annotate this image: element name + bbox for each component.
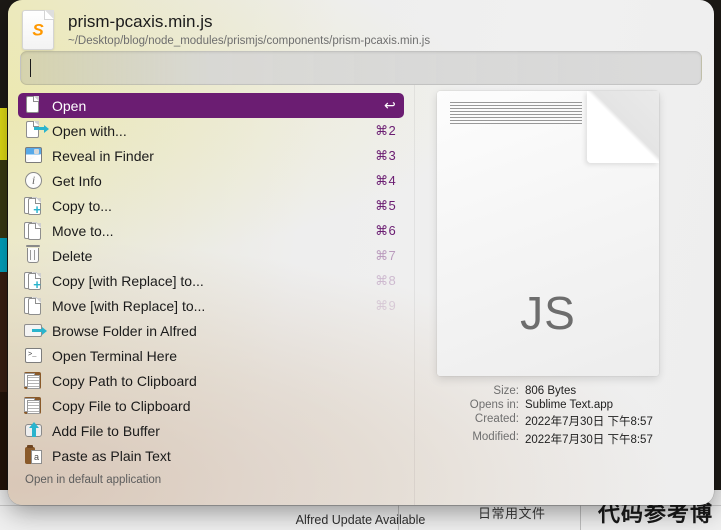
page-fold [44,9,54,20]
alfred-window: S prism-pcaxis.min.js ~/Desktop/blog/nod… [8,0,714,505]
metadata-key: Modified: [472,431,519,443]
terminal-icon: >_ [24,346,43,365]
up-arrow-box-icon [24,421,43,440]
page-fold-corner [587,91,659,163]
metadata-value: 806 Bytes [525,385,577,397]
clipboard-icon [24,396,43,415]
menu-item-move-with-replace-to[interactable]: Move [with Replace] to... ⌘9 [18,293,404,318]
menu-item-open-terminal-here[interactable]: >_ Open Terminal Here [18,343,404,368]
document-arrow-icon [24,121,49,140]
bg-color-strip [0,392,7,490]
menu-item-label: Move [with Replace] to... [52,297,206,314]
preview-code-lines [450,102,582,126]
menu-item-move-to[interactable]: Move to... ⌘6 [18,218,404,243]
metadata-value: 2022年7月30日 下午8:57 [525,434,653,446]
text-caret [30,59,31,77]
menu-item-shortcut: ⌘3 [375,147,396,163]
metadata-row: Opens in: Sublime Text.app [415,399,704,411]
menu-item-get-info[interactable]: i Get Info ⌘4 [18,168,404,193]
metadata-row: Created: 2022年7月30日 下午8:57 [415,413,704,429]
menu-item-label: Add File to Buffer [52,422,160,439]
menu-item-shortcut: ⌘5 [375,197,396,213]
menu-item-label: Reveal in Finder [52,147,154,164]
action-menu: Open ↩ Open with... ⌘2 Reveal in Finder … [8,85,414,505]
menu-item-browse-folder-in-alfred[interactable]: Browse Folder in Alfred [18,318,404,343]
copy-icon [24,221,43,240]
menu-item-shortcut: ⌘8 [375,272,396,288]
menu-item-label: Open Terminal Here [52,347,178,364]
menu-item-label: Browse Folder in Alfred [52,322,197,339]
menu-item-shortcut: ⌘9 [375,297,396,313]
menu-item-label: Open with... [52,122,127,139]
clipboard-icon [24,371,43,390]
folder-arrow-icon [24,321,47,340]
sublime-logo-letter: S [32,20,44,40]
menu-item-shortcut: ⌘4 [375,172,396,188]
menu-item-label: Copy to... [52,197,112,214]
menu-item-label: Get Info [52,172,102,189]
menu-item-copy-file-to-clipboard[interactable]: Copy File to Clipboard [18,393,404,418]
menu-item-shortcut: ⌘7 [375,247,396,263]
window-body: Open ↩ Open with... ⌘2 Reveal in Finder … [8,85,714,505]
menu-item-label: Move to... [52,222,114,239]
menu-item-shortcut: ⌘2 [375,122,396,138]
preview-pane: JS Size: 806 Bytes Opens in: Sublime Tex… [414,85,714,505]
file-header-text: prism-pcaxis.min.js ~/Desktop/blog/node_… [68,12,430,47]
menu-item-paste-as-plain-text[interactable]: a Paste as Plain Text [18,443,404,468]
bg-color-strip [0,238,7,272]
metadata-row: Size: 806 Bytes [415,385,704,397]
menu-item-label: Copy File to Clipboard [52,397,191,414]
metadata-key: Size: [493,385,519,397]
metadata-value: Sublime Text.app [525,399,614,411]
finder-icon [24,146,43,165]
menu-item-add-file-to-buffer[interactable]: Add File to Buffer [18,418,404,443]
menu-item-shortcut: ⌘6 [375,222,396,238]
search-field[interactable] [20,51,702,85]
file-type-label: JS [520,287,576,339]
trash-icon [24,245,43,265]
menu-item-label: Open [52,97,87,114]
file-preview-icon: JS [437,91,659,376]
update-notice[interactable]: Alfred Update Available [0,513,721,527]
menu-item-delete[interactable]: Delete ⌘7 [18,243,404,268]
menu-item-shortcut: ↩ [383,97,396,113]
file-path: ~/Desktop/blog/node_modules/prismjs/comp… [68,34,431,47]
screen: 日常用文件 代码参考博 S prism-pcaxis.min.js ~/Desk… [0,0,721,530]
menu-item-reveal-in-finder[interactable]: Reveal in Finder ⌘3 [18,143,404,168]
menu-item-copy-to[interactable]: + Copy to... ⌘5 [18,193,404,218]
metadata-row: Modified: 2022年7月30日 下午8:57 [415,431,704,447]
bg-color-strip [0,272,7,392]
file-metadata: Size: 806 Bytes Opens in: Sublime Text.a… [415,385,704,449]
menu-item-open[interactable]: Open ↩ [18,93,404,118]
metadata-key: Opens in: [469,399,519,411]
menu-item-label: Copy Path to Clipboard [52,372,197,389]
menu-subtext: Open in default application [25,474,162,486]
copy-icon [24,296,43,315]
paste-plain-text-icon: a [24,445,43,465]
menu-item-label: Delete [52,247,93,264]
info-circle-icon: i [24,171,43,190]
metadata-value: 2022年7月30日 下午8:57 [525,416,653,428]
menu-item-copy-with-replace-to[interactable]: + Copy [with Replace] to... ⌘8 [18,268,404,293]
search-bar [8,48,714,85]
sublime-text-document-icon: S [22,9,54,50]
file-name: prism-pcaxis.min.js [68,12,213,32]
copy-plus-icon: + [24,196,43,216]
file-header: S prism-pcaxis.min.js ~/Desktop/blog/nod… [8,0,714,50]
bg-color-strip [0,160,7,238]
menu-item-open-with[interactable]: Open with... ⌘2 [18,118,404,143]
menu-item-label: Paste as Plain Text [52,447,171,464]
menu-item-copy-path-to-clipboard[interactable]: Copy Path to Clipboard [18,368,404,393]
bg-color-strip [0,108,7,160]
document-icon [24,96,43,115]
metadata-key: Created: [474,413,519,425]
copy-plus-icon: + [24,271,43,291]
menu-item-label: Copy [with Replace] to... [52,272,204,289]
